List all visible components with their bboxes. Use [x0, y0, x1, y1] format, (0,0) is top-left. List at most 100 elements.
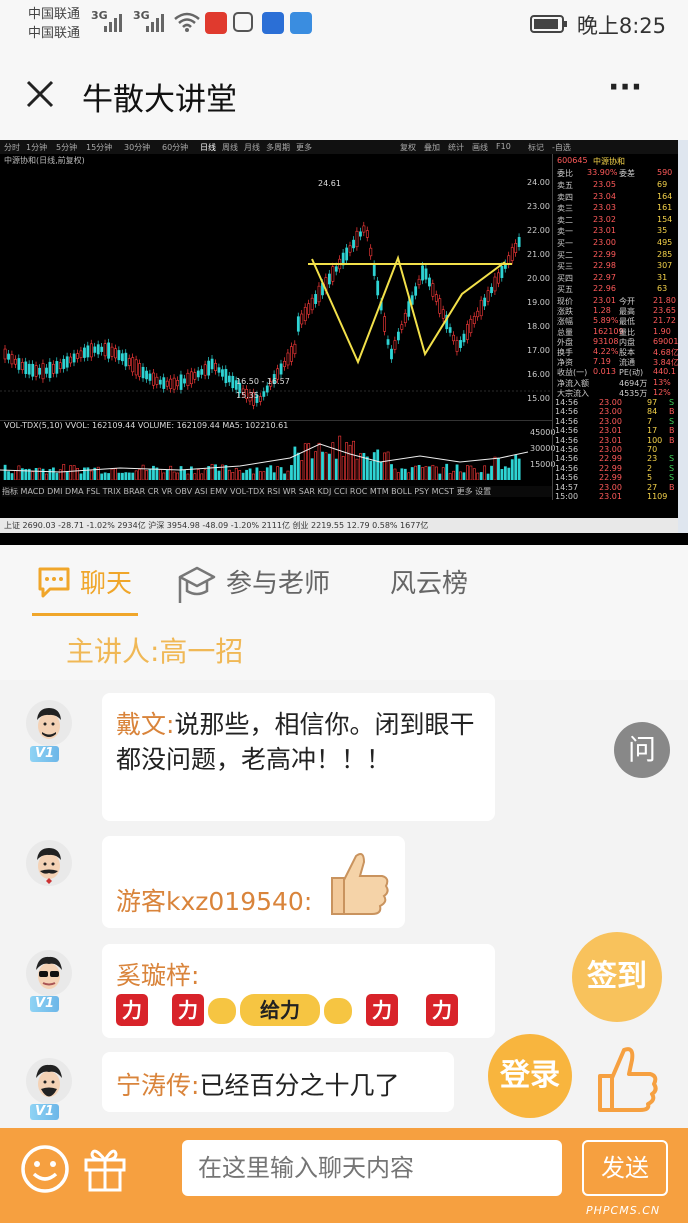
volume-bar [493, 456, 497, 480]
tick-volume: 100 [647, 435, 663, 445]
candle [10, 354, 14, 365]
presenter-name: 主讲人:高一招 [66, 635, 244, 668]
more-menu-icon[interactable]: ··· [608, 70, 642, 105]
candle [472, 316, 476, 324]
candle [152, 372, 155, 386]
candle [34, 365, 38, 377]
tick-time: 15:00 [555, 492, 579, 501]
volume-bar [428, 466, 431, 480]
volume-bar [69, 465, 73, 480]
clock: 晚上8:25 [576, 14, 666, 38]
volume-bar [317, 442, 321, 480]
price-tick-label: 24.00 [527, 178, 550, 187]
volume-bar [234, 467, 238, 480]
tick-time: 14:56 [555, 454, 579, 464]
candle [348, 245, 352, 253]
period-toolbar: 分时 1分钟 5分钟 15分钟 30分钟 60分钟 日线 周线 月线 多周期 更多 复权 叠加 统计 画线… [0, 140, 688, 154]
tool-button: 叠加 [424, 143, 440, 152]
tab-teachers[interactable]: 参与老师 [226, 563, 330, 600]
period-tab: 分时 [4, 143, 20, 152]
volume-bar [296, 452, 300, 480]
volume-bar [345, 442, 349, 480]
candle [183, 378, 186, 384]
signal-icon [146, 14, 164, 32]
book-volume: 154 [657, 214, 673, 224]
chat-input[interactable] [182, 1140, 562, 1196]
tab-chat[interactable]: 聊天 [80, 563, 132, 600]
checkin-button[interactable]: 签到 [572, 932, 662, 1022]
book-price: 22.96 [593, 284, 616, 293]
avatar[interactable] [26, 1058, 72, 1104]
volume-bar [210, 464, 214, 480]
book-price: 22.97 [593, 272, 616, 282]
range-label: 16.50 - 16.57 [236, 377, 290, 386]
volume-bar [376, 449, 380, 480]
message-content: 宁涛传:已经百分之十几了 [116, 1066, 399, 1102]
close-icon[interactable] [26, 80, 54, 108]
battery-icon [530, 15, 567, 33]
sticker: 力 [116, 994, 148, 1026]
tab-ranking[interactable]: 风云榜 [390, 563, 468, 600]
tick-flag: S [669, 463, 675, 473]
volume-bar [276, 466, 280, 480]
volume-bar [310, 458, 314, 480]
send-button[interactable]: 发送 [582, 1140, 668, 1196]
candle [317, 285, 321, 303]
avatar[interactable] [26, 700, 72, 746]
tick-price: 23.01 [599, 492, 622, 501]
candle [286, 352, 290, 366]
login-button[interactable]: 登录 [488, 1034, 572, 1118]
candle [459, 340, 462, 348]
candle [407, 301, 411, 317]
candle [372, 264, 376, 276]
volume-bar [459, 471, 462, 480]
tick-time: 14:56 [555, 463, 579, 473]
candle [490, 286, 493, 294]
avatar[interactable] [26, 840, 72, 886]
avatar[interactable] [26, 950, 72, 996]
gift-icon[interactable] [82, 1142, 128, 1192]
muscle-icon [324, 998, 352, 1024]
candle [517, 237, 521, 247]
quote-value: 69001 [653, 336, 679, 346]
volume-bar [445, 463, 449, 480]
book-volume: 69 [657, 180, 668, 189]
vip-badge: V1 [30, 1104, 60, 1120]
candle [224, 368, 228, 384]
like-button-icon[interactable] [592, 1042, 662, 1116]
book-label: 买一 [557, 239, 573, 248]
quote-value: 0.013 [593, 367, 616, 377]
emoji-icon[interactable] [20, 1144, 70, 1194]
tick-time: 14:56 [555, 416, 579, 426]
candle [331, 266, 335, 282]
candle [17, 358, 21, 370]
tick-volume: 23 [647, 454, 658, 464]
tick-price: 23.00 [599, 398, 622, 407]
volume-bar [400, 468, 404, 480]
volume-bar [79, 473, 83, 480]
candle [500, 266, 504, 278]
tick-price: 22.99 [599, 463, 622, 473]
volume-bar [472, 468, 476, 480]
candle [214, 363, 217, 371]
ask-question-button[interactable]: 问 [614, 722, 670, 778]
volume-bar [152, 465, 155, 480]
volume-bar [341, 456, 345, 480]
chat-message: V1 [26, 950, 72, 1012]
tick-price: 23.01 [599, 426, 622, 436]
quote-value: 1.28 [593, 306, 611, 316]
volume-bar [186, 473, 190, 480]
volume-bar [158, 469, 162, 480]
chat-bubble-icon [38, 567, 70, 598]
candle [352, 239, 355, 249]
volume-bar [245, 469, 249, 480]
volume-bar [448, 473, 452, 480]
quote-value: 23.01 [593, 296, 616, 305]
volume-bar [17, 465, 21, 480]
book-label: 卖五 [557, 181, 573, 190]
candle [55, 361, 59, 374]
book-label: 卖一 [557, 227, 573, 236]
period-tab: 更多 [296, 143, 312, 152]
weicha-label: 委差 [619, 169, 635, 178]
volume-bar [510, 459, 514, 480]
